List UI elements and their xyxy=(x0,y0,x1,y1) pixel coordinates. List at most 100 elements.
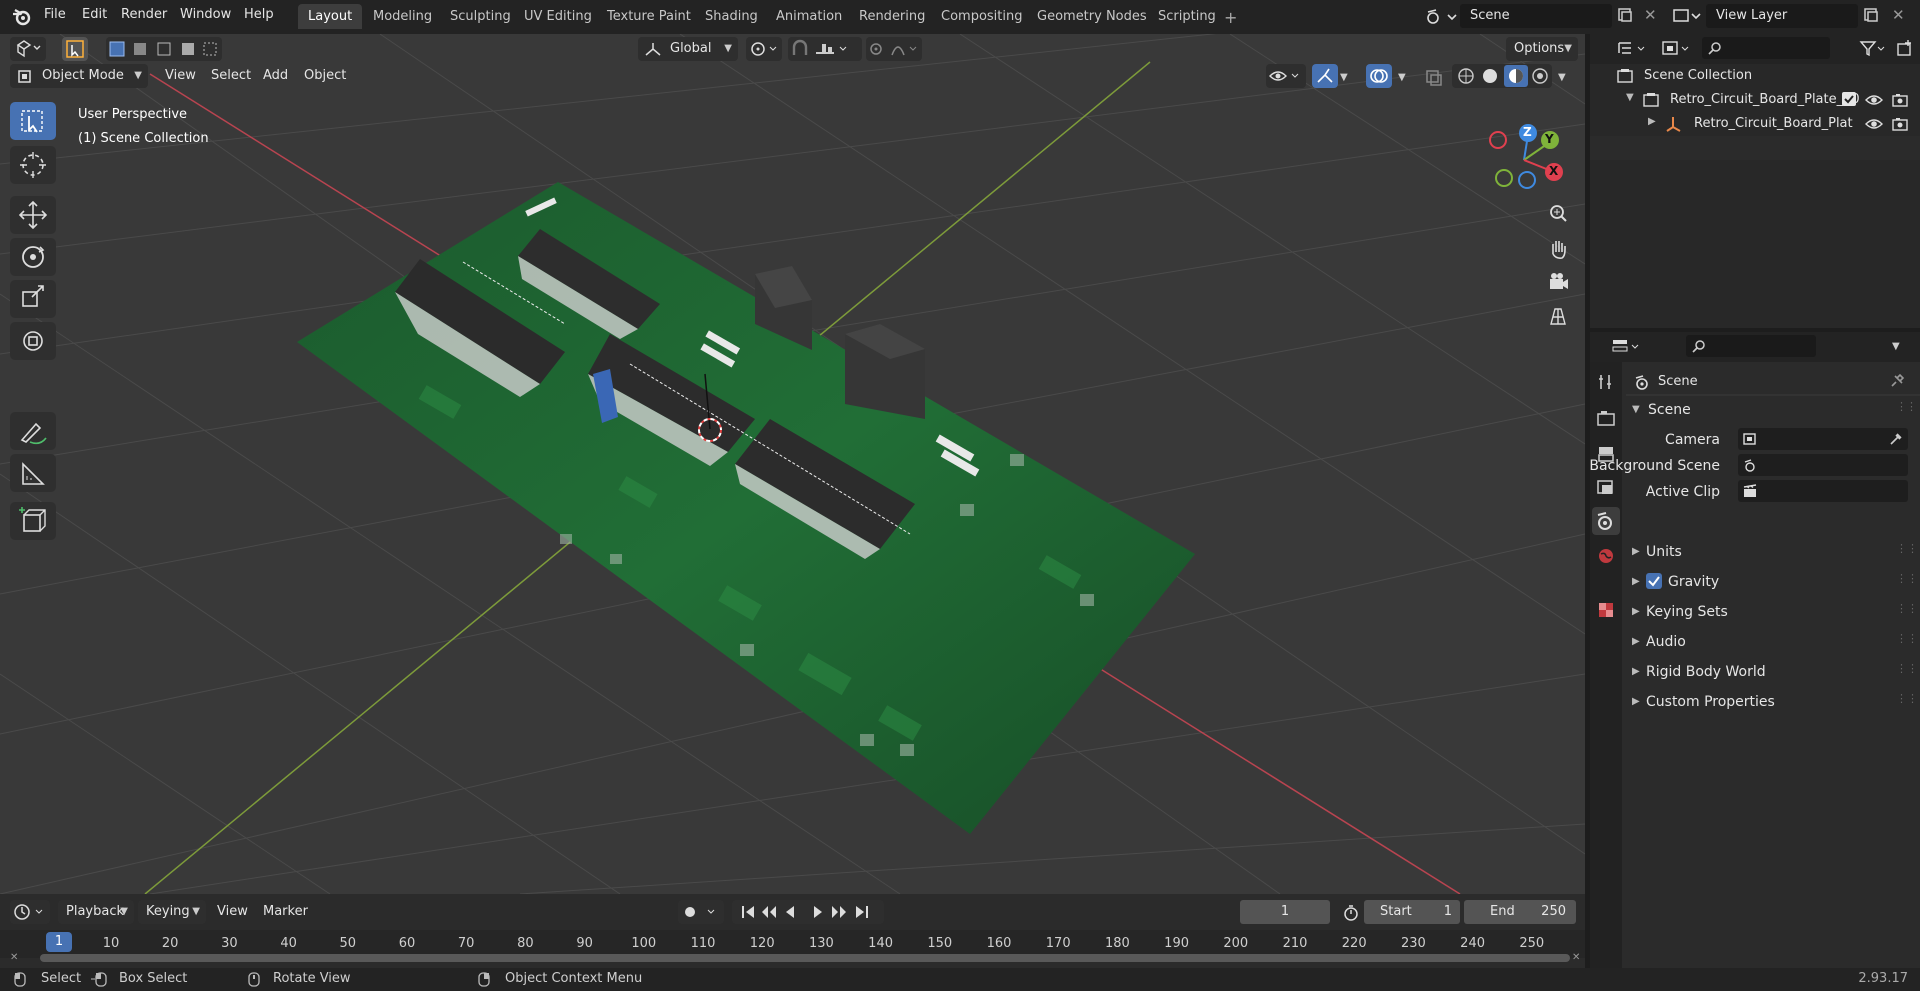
playback-controls[interactable] xyxy=(732,900,884,924)
tool-settings-tab-icon[interactable] xyxy=(1596,372,1616,392)
tool-scale[interactable] xyxy=(10,280,56,318)
3d-viewport[interactable]: Global ▼ Options ▼ Object Mode ▼ View Se… xyxy=(0,34,1585,894)
overlays-dropdown-icon[interactable]: ▼ xyxy=(1398,72,1406,83)
add-workspace-icon[interactable]: + xyxy=(1224,8,1237,27)
keying-sets-panel[interactable]: ▶ Keying Sets ⋮⋮ xyxy=(1626,602,1920,626)
tab-texture-paint[interactable]: Texture Paint xyxy=(597,4,701,29)
filter-icon[interactable] xyxy=(1858,38,1888,60)
render-camera-icon[interactable] xyxy=(1890,115,1910,133)
new-scene-icon[interactable] xyxy=(1616,6,1634,24)
viewport-menu-add[interactable]: Add xyxy=(263,68,288,83)
viewport-menu-object[interactable]: Object xyxy=(304,68,346,83)
expand-arrow-icon[interactable]: ▶ xyxy=(1632,546,1640,557)
shading-mode-group[interactable] xyxy=(1452,64,1552,88)
menu-edit[interactable]: Edit xyxy=(82,7,107,22)
tool-move[interactable] xyxy=(10,196,56,234)
menu-help[interactable]: Help xyxy=(244,7,274,22)
tool-cursor[interactable] xyxy=(10,146,56,184)
expand-arrow-icon[interactable]: ▶ xyxy=(1632,666,1640,677)
outliner-row-object[interactable]: ▶ Retro_Circuit_Board_Plat xyxy=(1590,112,1920,136)
close-view-layer-icon[interactable]: ✕ xyxy=(1892,6,1905,24)
gizmo-dropdown-icon[interactable]: ▼ xyxy=(1340,72,1348,83)
viewport-menu-select[interactable]: Select xyxy=(211,68,251,83)
drag-handle-icon[interactable]: ⋮⋮ xyxy=(1896,602,1918,615)
menu-file[interactable]: File xyxy=(44,7,66,22)
texture-tab-icon[interactable] xyxy=(1596,600,1616,620)
viewport-menu-view[interactable]: View xyxy=(165,68,196,83)
expand-arrow-icon[interactable]: ▶ xyxy=(1632,636,1640,647)
scroll-right-arrow-icon[interactable]: ✕ xyxy=(1572,952,1580,963)
eye-icon[interactable] xyxy=(1864,115,1884,133)
expand-arrow-icon[interactable]: ▶ xyxy=(1632,696,1640,707)
close-scene-icon[interactable]: ✕ xyxy=(1644,6,1657,24)
rigid-body-world-panel[interactable]: ▶ Rigid Body World ⋮⋮ xyxy=(1626,662,1920,686)
audio-panel[interactable]: ▶ Audio ⋮⋮ xyxy=(1626,632,1920,656)
properties-search-input[interactable] xyxy=(1686,335,1816,357)
outliner-row-collection[interactable]: ▼ Retro_Circuit_Board_Plate_00 xyxy=(1590,88,1920,112)
pivot-point-dropdown[interactable] xyxy=(746,37,782,61)
snapping-group[interactable] xyxy=(788,37,862,61)
visibility-dropdown[interactable] xyxy=(1266,64,1306,88)
collection-include-checkbox[interactable] xyxy=(1842,92,1856,106)
units-panel[interactable]: ▶ Units ⋮⋮ xyxy=(1626,542,1920,566)
expand-arrow-icon[interactable]: ▼ xyxy=(1626,92,1634,103)
render-camera-icon[interactable] xyxy=(1890,91,1910,109)
selection-mode-group[interactable] xyxy=(106,37,222,61)
display-mode-icon[interactable] xyxy=(1660,38,1694,60)
shading-dropdown-icon[interactable]: ▼ xyxy=(1558,72,1566,83)
transform-orientation-dropdown[interactable]: Global ▼ xyxy=(638,37,738,61)
proportional-editing-group[interactable] xyxy=(866,37,922,61)
background-scene-field[interactable] xyxy=(1738,454,1908,476)
tool-annotate[interactable] xyxy=(10,412,56,450)
playback-dropdown[interactable]: Playback ▼ xyxy=(58,900,134,924)
menu-render[interactable]: Render xyxy=(121,7,167,22)
custom-properties-panel[interactable]: ▶ Custom Properties ⋮⋮ xyxy=(1626,692,1920,716)
eye-icon[interactable] xyxy=(1864,91,1884,109)
start-frame-field[interactable]: Start 1 xyxy=(1364,900,1460,924)
tab-sculpting[interactable]: Sculpting xyxy=(440,4,521,29)
scene-selector-icon[interactable] xyxy=(1424,7,1458,27)
tab-rendering[interactable]: Rendering xyxy=(849,4,935,29)
tool-rotate[interactable] xyxy=(10,238,56,276)
tab-layout[interactable]: Layout xyxy=(298,4,363,29)
tab-modeling[interactable]: Modeling xyxy=(363,4,442,29)
overlays-toggle-icon[interactable] xyxy=(1366,64,1392,88)
current-frame-field[interactable]: 1 xyxy=(1240,900,1330,924)
outliner-editor-type-icon[interactable] xyxy=(1616,38,1650,60)
render-tab-icon[interactable] xyxy=(1596,408,1616,428)
world-tab-icon[interactable] xyxy=(1596,546,1616,566)
viewport-scene[interactable] xyxy=(0,34,1585,894)
editor-type-button[interactable] xyxy=(10,37,46,61)
tab-geometry-nodes[interactable]: Geometry Nodes xyxy=(1027,4,1157,29)
scene-name-field[interactable]: Scene xyxy=(1460,4,1612,28)
tab-scripting[interactable]: Scripting xyxy=(1148,4,1226,29)
playhead-marker[interactable]: 1 xyxy=(46,932,72,952)
options-dropdown[interactable]: Options ▼ xyxy=(1506,37,1578,61)
tab-shading[interactable]: Shading xyxy=(695,4,768,29)
properties-options-chevron-icon[interactable]: ▼ xyxy=(1892,336,1900,358)
tool-measure[interactable] xyxy=(10,454,56,492)
active-clip-field[interactable] xyxy=(1738,480,1908,502)
new-view-layer-icon[interactable] xyxy=(1862,6,1880,24)
view-layer-icon[interactable] xyxy=(1672,6,1702,26)
drag-handle-icon[interactable]: ⋮⋮ xyxy=(1896,662,1918,675)
scene-tab-icon[interactable] xyxy=(1592,507,1620,535)
stopwatch-icon[interactable] xyxy=(1342,904,1360,922)
pan-hand-icon[interactable] xyxy=(1542,232,1574,264)
scene-panel-title[interactable]: Scene xyxy=(1648,402,1691,418)
scroll-left-arrow-icon[interactable]: ✕ xyxy=(10,952,18,963)
perspective-toggle-icon[interactable] xyxy=(1542,300,1574,332)
zoom-icon[interactable] xyxy=(1542,198,1574,230)
keying-dropdown[interactable]: Keying ▼ xyxy=(138,900,206,924)
expand-arrow-icon[interactable]: ▶ xyxy=(1632,606,1640,617)
view-layer-field[interactable]: View Layer xyxy=(1706,4,1858,28)
tool-transform[interactable] xyxy=(10,322,56,360)
camera-view-icon[interactable] xyxy=(1542,266,1574,298)
new-collection-icon[interactable] xyxy=(1894,38,1916,60)
timeline-menu-view[interactable]: View xyxy=(217,904,248,919)
outliner-row-scene-collection[interactable]: Scene Collection xyxy=(1590,64,1920,88)
navigation-gizmo[interactable]: Z Y X xyxy=(1484,120,1564,200)
gravity-checkbox[interactable] xyxy=(1646,573,1662,589)
drag-handle-icon[interactable]: ⋮⋮ xyxy=(1896,542,1918,555)
tool-select-icon[interactable] xyxy=(62,37,88,61)
